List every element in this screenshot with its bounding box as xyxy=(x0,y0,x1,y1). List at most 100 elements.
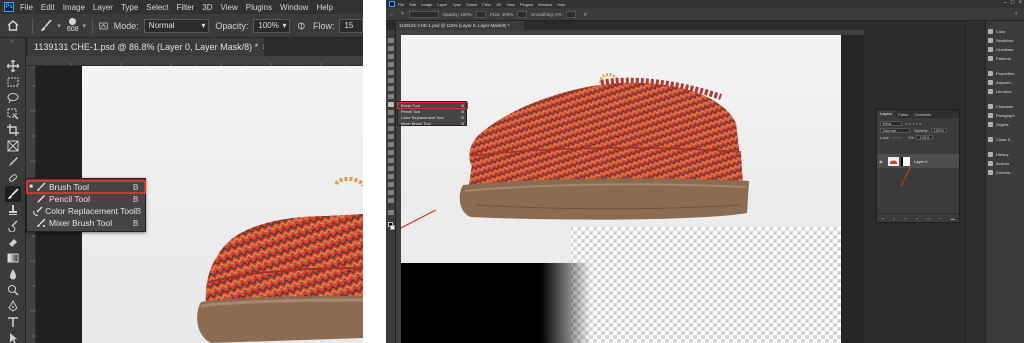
chevron-down-icon[interactable]: ▾ xyxy=(83,22,87,30)
marquee-tool-icon[interactable] xyxy=(388,46,394,51)
menu-view[interactable]: View xyxy=(221,3,238,12)
tab-channels[interactable]: Channels xyxy=(911,112,934,117)
dock-swatches[interactable]: Swatches xyxy=(988,38,1013,43)
kind-filter-select[interactable]: Kind xyxy=(880,121,902,126)
flow-field[interactable]: 15 xyxy=(339,18,363,33)
menu-edit[interactable]: Edit xyxy=(409,2,416,7)
frame-tool-icon[interactable] xyxy=(5,138,21,154)
menu-file[interactable]: File xyxy=(20,3,33,12)
brush-tool-icon[interactable] xyxy=(5,186,21,202)
menu-help[interactable]: Help xyxy=(557,2,565,7)
filter-icons[interactable]: ▪▪▪▪▪ xyxy=(906,121,923,126)
flyout-item-mixer-brush-tool[interactable]: Mixer Brush Tool B xyxy=(398,120,466,126)
clone-stamp-tool-icon[interactable] xyxy=(388,110,394,115)
path-select-tool-icon[interactable] xyxy=(5,330,21,343)
mask-icon[interactable]: ◐ xyxy=(904,216,906,221)
gradient-tool-icon[interactable] xyxy=(5,250,21,266)
lock-icons[interactable]: ▫▫▫▫ xyxy=(893,135,903,140)
new-layer-icon[interactable]: + xyxy=(939,216,941,221)
brush-preset-icon[interactable] xyxy=(38,17,53,35)
blend-mode-select[interactable]: Normal xyxy=(880,128,910,133)
close-icon[interactable]: × xyxy=(262,42,264,52)
menu-type[interactable]: Type xyxy=(121,3,138,12)
path-select-tool-icon[interactable] xyxy=(388,174,394,179)
dock-patterns[interactable]: Patterns xyxy=(988,56,1011,61)
blur-tool-icon[interactable] xyxy=(5,266,21,282)
pressure-opacity-icon[interactable] xyxy=(296,20,307,32)
document-tab[interactable]: 1139131 CHE-1.psd @ 86.8% (Layer 0, Laye… xyxy=(28,38,264,56)
trash-icon[interactable]: ▬ xyxy=(951,216,955,221)
pen-tool-icon[interactable] xyxy=(5,298,21,314)
menu-layer[interactable]: Layer xyxy=(437,2,447,7)
home-icon[interactable]: ⌂ xyxy=(390,12,393,17)
maximize-icon[interactable]: □ xyxy=(1011,0,1015,6)
hand-tool-icon[interactable] xyxy=(388,190,394,195)
dock-glyphs[interactable]: Glyphs xyxy=(988,122,1008,127)
menu-type[interactable]: Type xyxy=(453,2,462,7)
fx-icon[interactable]: ƒ xyxy=(893,216,895,221)
frame-tool-icon[interactable] xyxy=(388,78,394,83)
dock-adjustments[interactable]: Adjustm... xyxy=(988,80,1014,85)
layer-opacity-field[interactable]: 100% xyxy=(930,128,947,133)
menu-window[interactable]: Window xyxy=(280,3,308,12)
menu-image[interactable]: Image xyxy=(421,2,432,7)
brush-preset-icon[interactable]: ✎ xyxy=(401,11,405,17)
mode-select[interactable]: Normal ▾ xyxy=(143,18,210,33)
document-canvas[interactable] xyxy=(401,35,864,343)
flyout-item-mixer-brush-tool[interactable]: Mixer Brush Tool B xyxy=(27,217,145,229)
crop-tool-icon[interactable] xyxy=(5,122,21,138)
brush-tool-icon[interactable] xyxy=(388,102,394,107)
menu-3d[interactable]: 3D xyxy=(496,2,501,7)
gradient-tool-icon[interactable] xyxy=(388,134,394,139)
layer-row[interactable]: ◉ Layer 0 xyxy=(877,154,959,168)
dock-gradients[interactable]: Gradients xyxy=(988,47,1013,52)
shape-tool-icon[interactable] xyxy=(388,182,394,187)
dock-paragraph[interactable]: Paragraph xyxy=(988,113,1015,118)
home-icon[interactable] xyxy=(6,17,20,35)
healing-brush-tool-icon[interactable] xyxy=(5,170,21,186)
crop-tool-icon[interactable] xyxy=(388,70,394,75)
clone-stamp-tool-icon[interactable] xyxy=(5,202,21,218)
history-brush-tool-icon[interactable] xyxy=(5,218,21,234)
menu-select[interactable]: Select xyxy=(466,2,477,7)
dock-character[interactable]: Character xyxy=(988,104,1014,109)
menu-view[interactable]: View xyxy=(506,2,515,7)
menu-edit[interactable]: Edit xyxy=(41,3,55,12)
document-tab[interactable]: 1139131 CHE-1.psd @ 115% (Layer 0, Layer… xyxy=(396,21,524,30)
menu-filter[interactable]: Filter xyxy=(177,3,195,12)
eyedropper-tool-icon[interactable] xyxy=(5,154,21,170)
lasso-tool-icon[interactable] xyxy=(388,54,394,59)
tab-layers[interactable]: Layers xyxy=(877,110,896,118)
layer-mask-thumbnail[interactable] xyxy=(901,156,910,166)
eraser-tool-icon[interactable] xyxy=(5,234,21,250)
object-select-tool-icon[interactable] xyxy=(388,62,394,67)
menu-layer[interactable]: Layer xyxy=(93,3,113,12)
dodge-tool-icon[interactable] xyxy=(5,282,21,298)
type-tool-icon[interactable] xyxy=(5,314,21,330)
zoom-tool-icon[interactable] xyxy=(388,198,394,203)
move-tool-icon[interactable] xyxy=(5,58,21,74)
blur-tool-icon[interactable] xyxy=(388,142,394,147)
pen-tool-icon[interactable] xyxy=(388,158,394,163)
object-select-tool-icon[interactable] xyxy=(5,106,21,122)
flyout-item-pencil-tool[interactable]: Pencil Tool B xyxy=(27,193,145,205)
dock-color[interactable]: Color xyxy=(988,29,1006,34)
menu-window[interactable]: Window xyxy=(538,2,552,7)
menu-3d[interactable]: 3D xyxy=(202,3,212,12)
dock-history[interactable]: History xyxy=(988,152,1008,157)
menu-image[interactable]: Image xyxy=(63,3,85,12)
dock-clone-source[interactable]: Clone S... xyxy=(988,137,1014,142)
minimize-icon[interactable]: – xyxy=(1004,0,1007,6)
flyout-item-color-replacement-tool[interactable]: Color Replacement Tool B xyxy=(27,205,145,217)
menu-plugins[interactable]: Plugins xyxy=(520,2,533,7)
fill-field[interactable]: 100% xyxy=(916,135,933,140)
chevron-down-icon[interactable]: ▾ xyxy=(57,22,61,30)
flow-field[interactable] xyxy=(517,10,528,18)
smoothing-field[interactable] xyxy=(565,10,576,18)
brush-settings-icon[interactable] xyxy=(99,20,108,32)
move-tool-icon[interactable] xyxy=(388,38,394,43)
tab-paths[interactable]: Paths xyxy=(895,112,911,117)
eraser-tool-icon[interactable] xyxy=(388,126,394,131)
mode-select[interactable] xyxy=(408,10,439,18)
eye-icon[interactable]: ◉ xyxy=(879,159,885,164)
